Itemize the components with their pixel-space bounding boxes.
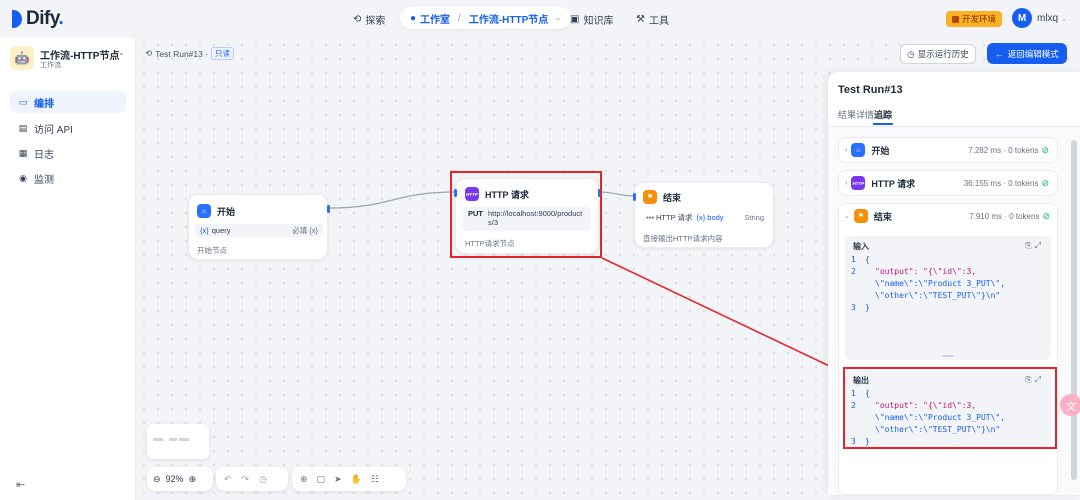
run-label: ⟲ Test Run#13 · 只读 bbox=[145, 47, 235, 60]
compass-icon: ⟲ bbox=[353, 14, 362, 25]
terminal-icon: ▤ bbox=[18, 122, 28, 133]
tab-detail[interactable]: 详情 bbox=[856, 108, 874, 121]
home-icon: ⌂ bbox=[197, 204, 211, 218]
active-tab-indicator bbox=[873, 123, 893, 125]
check-circle-icon: ⊘ bbox=[1041, 144, 1049, 155]
robot-icon: ● bbox=[410, 12, 417, 24]
check-circle-icon: ⊘ bbox=[1041, 177, 1049, 188]
logo-mark bbox=[12, 10, 22, 28]
nav-tools[interactable]: ⚒ 工具 bbox=[636, 12, 669, 27]
app-icon: 🤖 bbox=[10, 46, 34, 70]
redo-icon[interactable]: ↷ bbox=[242, 474, 250, 485]
zoom-out-icon[interactable]: ⊖ bbox=[153, 474, 161, 485]
sidebar-item-monitor[interactable]: ◉ 监测 bbox=[10, 167, 126, 189]
history-icon: ⟲ bbox=[145, 48, 153, 58]
tab-result[interactable]: 结果 bbox=[838, 108, 856, 121]
node-handle[interactable] bbox=[327, 205, 330, 213]
add-node-icon[interactable]: ⊕ bbox=[300, 474, 308, 485]
node-end-desc: 直接输出HTTP请求内容 bbox=[643, 234, 723, 243]
panel-title: Test Run#13 bbox=[838, 84, 903, 96]
nav-explore[interactable]: ⟲ 探索 bbox=[353, 12, 385, 27]
username[interactable]: mlxq ⌄ bbox=[1037, 13, 1067, 24]
zoom-in-icon[interactable]: ⊕ bbox=[189, 474, 197, 485]
file-list-icon: ▦ bbox=[18, 147, 28, 158]
node-start-desc: 开始节点 bbox=[197, 246, 227, 255]
http-icon: HTTP bbox=[851, 176, 866, 190]
layout-icon: ▭ bbox=[18, 96, 28, 107]
check-circle-icon: ⊘ bbox=[1042, 210, 1050, 221]
canvas-toolbar: ⊕ ▢ ➤ ✋ ☷ bbox=[292, 467, 406, 491]
node-end[interactable]: ⚑ 结束 ▪▪▪ HTTP 请求 {x} body String 直接输出HTTP请… bbox=[633, 182, 774, 248]
translate-icon[interactable]: 文 bbox=[1060, 394, 1080, 416]
history-controls: ↶ ↷ ◷ bbox=[216, 467, 288, 491]
pointer-icon[interactable]: ➤ bbox=[334, 474, 342, 485]
trace-item-http[interactable]: › HTTP HTTP 请求 36.155 ms · 0 tokens ⊘ bbox=[838, 170, 1058, 196]
panel-scrollbar[interactable] bbox=[1071, 140, 1077, 480]
flag-icon: ⚑ bbox=[853, 209, 868, 223]
tab-trace[interactable]: 追踪 bbox=[874, 108, 892, 121]
monitor-icon: ◉ bbox=[19, 172, 27, 183]
nav-studio[interactable]: ● 工作室 / 工作流-HTTP节点 ⌄ bbox=[400, 7, 572, 29]
zoom-level[interactable]: 92% bbox=[166, 474, 184, 484]
brand-name: Dify bbox=[26, 8, 59, 29]
nav-knowledge[interactable]: ▣ 知识库 bbox=[570, 12, 613, 27]
undo-icon[interactable]: ↶ bbox=[224, 474, 232, 485]
sidebar: 🤖 工作流-HTTP节点 工作流 ⌄ ▭ 编排 ▤ 访问 API ▦ 日志 ◉ 监测 ⇤ bbox=[0, 38, 136, 500]
hammer-icon: ⚒ bbox=[636, 14, 645, 25]
avatar[interactable]: M bbox=[1012, 8, 1032, 28]
chevron-right-icon: › bbox=[845, 146, 848, 154]
chevron-down-icon: ⌄ bbox=[555, 15, 562, 22]
chevron-right-icon: › bbox=[845, 179, 848, 187]
chevron-down-icon: ⌄ bbox=[1061, 16, 1067, 23]
readonly-badge: 只读 bbox=[211, 47, 235, 60]
env-icon bbox=[952, 15, 959, 23]
history-icon: ◷ bbox=[907, 48, 915, 59]
show-history-button[interactable]: ◷ 显示运行历史 bbox=[900, 44, 976, 64]
node-start[interactable]: ⌂ 开始 {x} query 必填 {x} 开始节点 bbox=[188, 194, 330, 260]
organize-icon[interactable]: ☷ bbox=[371, 474, 379, 485]
minimap[interactable] bbox=[147, 424, 209, 459]
current-app-label[interactable]: 工作流-HTTP节点 bbox=[469, 11, 548, 26]
start-variable-row: {x} query 必填 {x} bbox=[195, 224, 323, 237]
annotation-box-http bbox=[450, 171, 602, 258]
chevron-down-icon[interactable]: ⌄ bbox=[118, 48, 125, 57]
back-to-edit-button[interactable]: ← 返回编辑模式 bbox=[987, 43, 1067, 64]
sidebar-item-logs[interactable]: ▦ 日志 bbox=[10, 142, 126, 164]
nav-studio-label: 工作室 bbox=[420, 14, 451, 26]
sidebar-item-api[interactable]: ▤ 访问 API bbox=[10, 117, 126, 139]
home-icon: ⌂ bbox=[851, 143, 866, 157]
trace-item-end[interactable]: ⌄ ⚑ 结束 7.910 ms · 0 tokens ⊘ bbox=[838, 203, 1058, 229]
zoom-controls: ⊖ 92% ⊕ bbox=[147, 467, 213, 491]
flag-icon: ⚑ bbox=[643, 190, 657, 204]
book-icon: ▣ bbox=[570, 14, 580, 25]
hand-icon[interactable]: ✋ bbox=[351, 474, 362, 485]
env-badge: 开发环境 bbox=[946, 11, 1003, 27]
end-variable-row: ▪▪▪ HTTP 请求 {x} body String bbox=[646, 213, 764, 222]
arrow-left-icon: ← bbox=[995, 48, 1004, 59]
annotation-box-output bbox=[843, 367, 1057, 449]
chevron-down-icon: ⌄ bbox=[844, 213, 850, 220]
resize-handle[interactable] bbox=[942, 355, 954, 357]
node-end-title: 结束 bbox=[663, 192, 682, 203]
node-start-title: 开始 bbox=[217, 206, 236, 217]
input-label: 输入 bbox=[853, 242, 869, 251]
trace-item-start[interactable]: › ⌂ 开始 7.282 ms · 0 tokens ⊘ bbox=[838, 137, 1058, 163]
collapse-sidebar-icon[interactable]: ⇤ bbox=[16, 478, 25, 491]
expand-icon: ⤢ bbox=[1034, 241, 1044, 250]
copy-icon: ⎘ bbox=[1025, 241, 1035, 250]
input-code[interactable]: 1{ 2 "output": "{\"id\":3, \"name\":\"Pro… bbox=[845, 254, 1051, 314]
add-note-icon[interactable]: ▢ bbox=[317, 474, 326, 485]
sidebar-item-orchestrate[interactable]: ▭ 编排 bbox=[10, 91, 126, 113]
version-history-icon[interactable]: ◷ bbox=[259, 474, 267, 485]
node-handle[interactable] bbox=[633, 193, 636, 201]
dify-logo[interactable]: Dify. bbox=[12, 8, 64, 30]
input-code-box[interactable]: 输入 ⎘⤢ 1{ 2 "output": "{\"id\":3, \"name\":… bbox=[845, 236, 1051, 360]
app-type: 工作流 bbox=[40, 62, 61, 69]
